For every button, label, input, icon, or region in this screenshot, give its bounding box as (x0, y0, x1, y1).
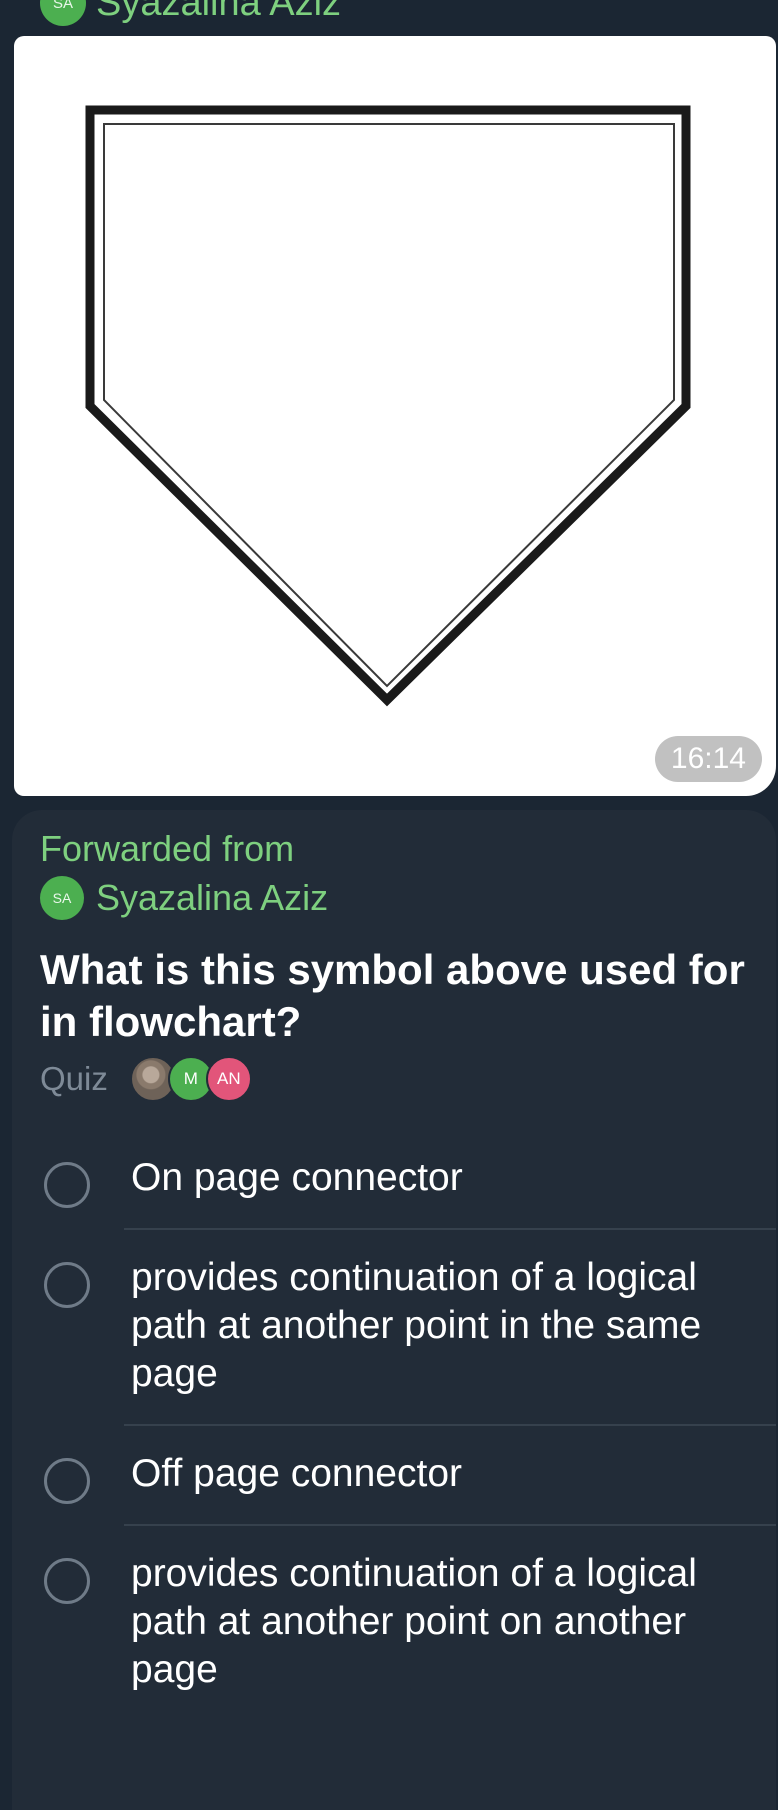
sender-name[interactable]: Syazalina Aziz (96, 0, 341, 25)
quiz-options: On page connector provides continuation … (12, 1130, 776, 1720)
radio-circle-icon[interactable] (44, 1558, 90, 1604)
quiz-option-2[interactable]: provides continuation of a logical path … (12, 1230, 776, 1424)
quiz-message: Forwarded from SA Syazalina Aziz What is… (12, 810, 776, 1810)
forwarded-sender-name[interactable]: Syazalina Aziz (96, 877, 328, 919)
top-sender-header[interactable]: SA Syazalina Aziz (40, 0, 341, 26)
radio-circle-icon[interactable] (44, 1262, 90, 1308)
voter-avatar-an[interactable]: AN (205, 1056, 252, 1102)
forwarded-label: Forwarded from (40, 828, 295, 869)
radio-circle-icon[interactable] (44, 1162, 90, 1208)
quiz-type-label: Quiz (40, 1060, 108, 1097)
quiz-option-3[interactable]: Off page connector (12, 1426, 776, 1524)
quiz-option-1[interactable]: On page connector (12, 1130, 776, 1228)
option-label: provides continuation of a logical path … (131, 1552, 697, 1691)
quiz-meta: Quiz M AN (40, 1056, 252, 1102)
forwarded-sender[interactable]: SA Syazalina Aziz (40, 876, 328, 920)
image-message[interactable]: 16:14 (14, 36, 776, 796)
forwarded-sender-avatar[interactable]: SA (40, 876, 84, 920)
off-page-connector-symbol-image (85, 105, 691, 707)
option-label: Off page connector (131, 1452, 463, 1495)
option-label: On page connector (131, 1156, 463, 1199)
option-label: provides continuation of a logical path … (131, 1256, 702, 1395)
quiz-question: What is this symbol above used for in fl… (40, 946, 745, 1045)
message-timestamp: 16:14 (654, 736, 762, 782)
radio-circle-icon[interactable] (44, 1458, 90, 1504)
sender-avatar[interactable]: SA (40, 0, 86, 26)
recent-voters[interactable]: M AN (129, 1056, 252, 1102)
quiz-option-4[interactable]: provides continuation of a logical path … (12, 1526, 776, 1720)
